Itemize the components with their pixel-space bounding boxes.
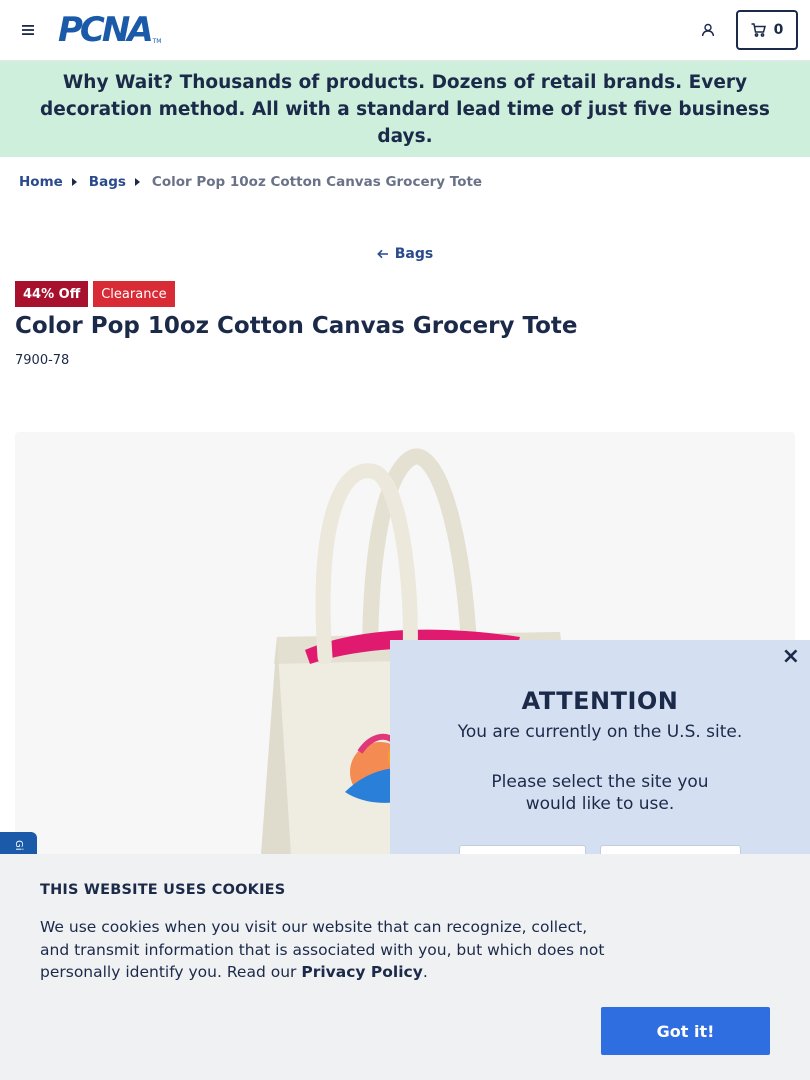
cart-button[interactable]: 0 bbox=[736, 10, 798, 50]
logo-trademark: TM bbox=[152, 38, 162, 45]
back-link-label: Bags bbox=[394, 246, 434, 262]
promo-text: Why Wait? Thousands of products. Dozens … bbox=[40, 71, 770, 147]
discount-badge: 44% Off bbox=[15, 281, 89, 307]
logo-text: PCNA bbox=[58, 10, 154, 50]
menu-button[interactable] bbox=[18, 20, 38, 40]
pcna-logo[interactable]: PCNA TM bbox=[58, 10, 162, 50]
breadcrumb-arrow-icon bbox=[71, 178, 77, 186]
cookie-text-end: . bbox=[422, 963, 428, 982]
product-sku: 7900-78 bbox=[15, 353, 70, 368]
cookie-banner: THIS WEBSITE USES COOKIES We use cookies… bbox=[0, 854, 810, 1080]
modal-title: ATTENTION bbox=[521, 687, 679, 715]
modal-select-site-text: Please select the site you would like to… bbox=[491, 772, 709, 814]
cart-icon bbox=[751, 23, 766, 37]
hamburger-menu-icon bbox=[22, 25, 34, 35]
clearance-badge: Clearance bbox=[93, 281, 175, 307]
close-icon[interactable]: × bbox=[782, 646, 800, 668]
modal-current-site-text: You are currently on the U.S. site. bbox=[457, 722, 743, 742]
accept-cookies-button[interactable]: Got it! bbox=[601, 1007, 770, 1055]
breadcrumb-arrow-icon bbox=[134, 178, 140, 186]
breadcrumb-home[interactable]: Home bbox=[19, 174, 63, 190]
arrow-left-icon bbox=[376, 249, 388, 259]
account-button[interactable] bbox=[697, 19, 719, 41]
back-to-bags-link[interactable]: Bags bbox=[0, 246, 810, 262]
cookie-text: We use cookies when you visit our websit… bbox=[40, 916, 620, 984]
side-tab-label: Gi bbox=[13, 840, 24, 851]
breadcrumb-current: Color Pop 10oz Cotton Canvas Grocery Tot… bbox=[151, 174, 483, 190]
product-badges: 44% Off Clearance bbox=[15, 281, 175, 307]
cart-count: 0 bbox=[773, 22, 784, 38]
product-title: Color Pop 10oz Cotton Canvas Grocery Tot… bbox=[15, 313, 578, 339]
user-icon bbox=[701, 23, 715, 37]
site-header: PCNA TM 0 bbox=[0, 0, 810, 61]
privacy-policy-link[interactable]: Privacy Policy bbox=[301, 963, 423, 981]
cookie-title: THIS WEBSITE USES COOKIES bbox=[40, 882, 286, 898]
promo-banner: Why Wait? Thousands of products. Dozens … bbox=[0, 61, 810, 157]
breadcrumb: Home Bags Color Pop 10oz Cotton Canvas G… bbox=[19, 174, 482, 190]
breadcrumb-bags[interactable]: Bags bbox=[89, 174, 126, 190]
